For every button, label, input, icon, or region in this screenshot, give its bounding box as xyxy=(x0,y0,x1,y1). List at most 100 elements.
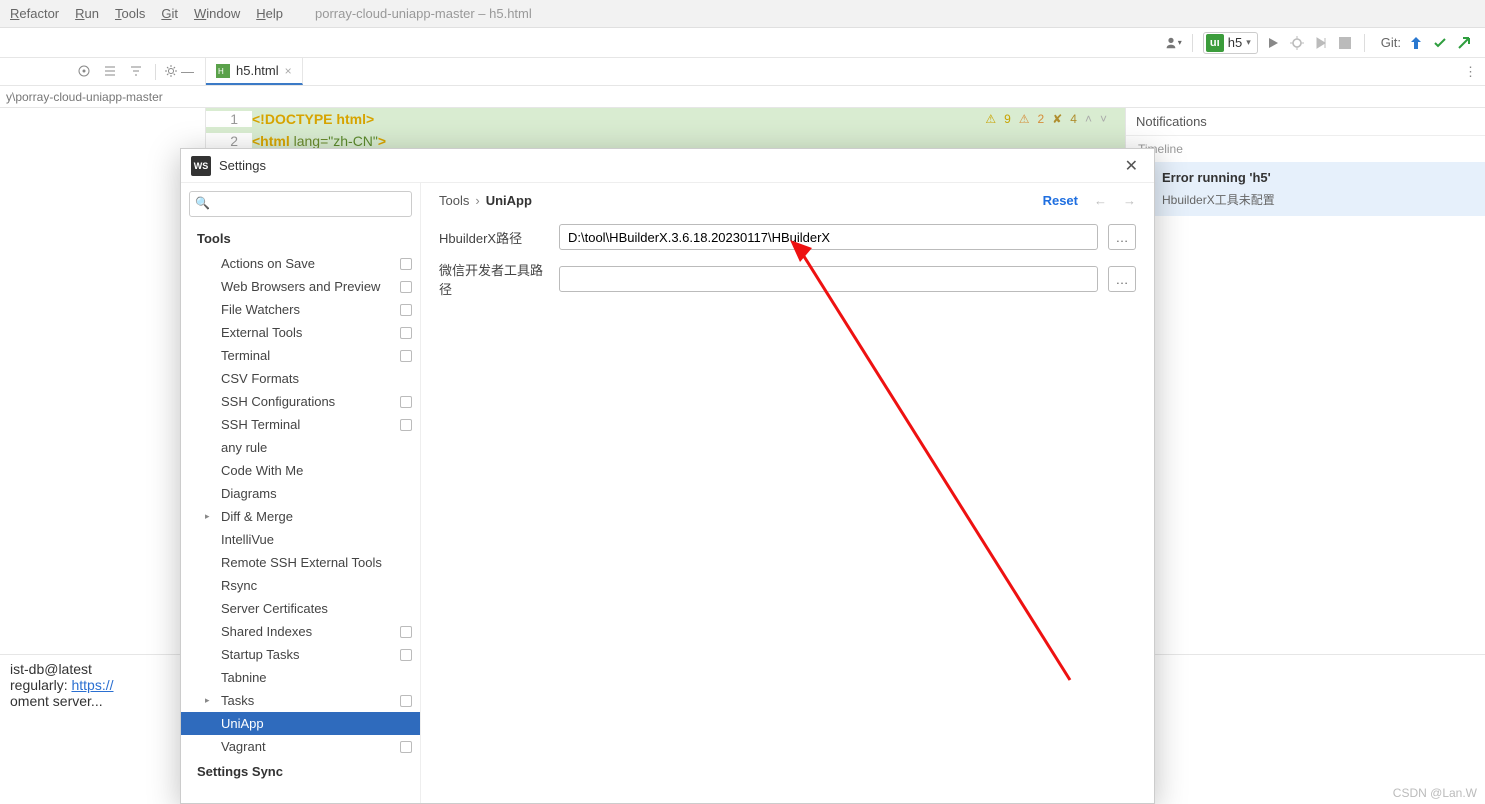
settings-group-tools[interactable]: Tools xyxy=(181,225,420,252)
project-scope-icon xyxy=(400,649,412,661)
menu-help[interactable]: Help xyxy=(248,6,291,21)
settings-search-input[interactable] xyxy=(189,191,412,217)
git-commit-icon[interactable] xyxy=(1431,34,1449,52)
debug-icon[interactable] xyxy=(1288,34,1306,52)
settings-tree-item[interactable]: IntelliVue xyxy=(181,528,420,551)
toolbar: ▾ uı h5 ▾ Git: xyxy=(0,28,1485,58)
hbuilderx-path-input[interactable] xyxy=(559,224,1098,250)
settings-tree-item[interactable]: Remote SSH External Tools xyxy=(181,551,420,574)
settings-breadcrumb: Tools › UniApp Reset ← → xyxy=(421,183,1154,218)
project-scope-icon xyxy=(400,350,412,362)
editor-tabs: H h5.html × xyxy=(206,58,303,85)
settings-tree-label: Remote SSH External Tools xyxy=(221,555,382,570)
settings-tree-item[interactable]: Web Browsers and Preview xyxy=(181,275,420,298)
settings-tree-item[interactable]: Terminal xyxy=(181,344,420,367)
settings-tree-item[interactable]: SSH Terminal xyxy=(181,413,420,436)
git-push-icon[interactable] xyxy=(1455,34,1473,52)
notifications-panel: Notifications Timeline ! Error running '… xyxy=(1125,108,1485,654)
settings-tree-item[interactable]: Rsync xyxy=(181,574,420,597)
settings-tree-item[interactable]: ▸Diff & Merge xyxy=(181,505,420,528)
close-icon[interactable]: ✕ xyxy=(1119,154,1144,178)
settings-tree-panel: 🔍 Tools Actions on SaveWeb Browsers and … xyxy=(181,183,421,803)
chevron-down-icon: ▾ xyxy=(1246,37,1251,48)
browse-button[interactable]: … xyxy=(1108,266,1136,292)
chevron-up-icon[interactable]: ˄ xyxy=(1085,112,1092,126)
settings-tree-item[interactable]: Shared Indexes xyxy=(181,620,420,643)
chevron-down-icon[interactable]: ˅ xyxy=(1100,112,1107,126)
settings-tree-item[interactable]: Tabnine xyxy=(181,666,420,689)
settings-tree-label: Shared Indexes xyxy=(221,624,312,639)
crumb-current: UniApp xyxy=(486,193,532,208)
menu-tools[interactable]: Tools xyxy=(107,6,153,21)
settings-search: 🔍 xyxy=(189,191,412,217)
settings-tree-item[interactable]: Startup Tasks xyxy=(181,643,420,666)
settings-content: Tools › UniApp Reset ← → HbuilderX路径 … 微… xyxy=(421,183,1154,803)
back-icon[interactable]: ← xyxy=(1094,193,1107,208)
settings-tree-item[interactable]: Vagrant xyxy=(181,735,420,758)
close-icon[interactable]: × xyxy=(285,64,292,78)
settings-tree-item[interactable]: Diagrams xyxy=(181,482,420,505)
breadcrumb[interactable]: y\porray-cloud-uniapp-master xyxy=(2,90,208,104)
error-icon: ⚠ xyxy=(1019,112,1030,126)
notification-body: HbuilderX工具未配置 xyxy=(1140,191,1471,208)
notification-item[interactable]: ! Error running 'h5' HbuilderX工具未配置 xyxy=(1126,162,1485,216)
editor-tabs-row: — H h5.html × ⋮ xyxy=(0,58,1485,86)
run-config-badge: uı xyxy=(1206,34,1224,52)
stop-icon[interactable] xyxy=(1336,34,1354,52)
menu-git[interactable]: Git xyxy=(153,6,186,21)
run-with-coverage-icon[interactable] xyxy=(1312,34,1330,52)
settings-tree-label: Startup Tasks xyxy=(221,647,300,662)
expand-all-icon[interactable] xyxy=(103,64,119,80)
settings-tree[interactable]: Tools Actions on SaveWeb Browsers and Pr… xyxy=(181,225,420,803)
run-config-selector[interactable]: uı h5 ▾ xyxy=(1203,32,1258,54)
dialog-title-text: Settings xyxy=(219,158,266,173)
settings-tree-item[interactable]: Code With Me xyxy=(181,459,420,482)
hide-tool-icon[interactable]: — xyxy=(181,64,197,80)
settings-tree-item[interactable]: Server Certificates xyxy=(181,597,420,620)
settings-tree-item[interactable]: File Watchers xyxy=(181,298,420,321)
weak-warning-icon: ✘ xyxy=(1052,112,1062,126)
settings-tree-item[interactable]: CSV Formats xyxy=(181,367,420,390)
settings-tree-label: File Watchers xyxy=(221,302,300,317)
notification-title: Error running 'h5' xyxy=(1162,170,1271,185)
main-menubar: Refactor Run Tools Git Window Help porra… xyxy=(0,0,1485,28)
tab-h5-html[interactable]: H h5.html × xyxy=(206,58,303,85)
watermark: CSDN @Lan.W xyxy=(1393,786,1477,800)
settings-tree-label: any rule xyxy=(221,440,267,455)
menu-run[interactable]: Run xyxy=(67,6,107,21)
browse-button[interactable]: … xyxy=(1108,224,1136,250)
settings-group-sync[interactable]: Settings Sync xyxy=(181,758,420,785)
forward-icon[interactable]: → xyxy=(1123,193,1136,208)
settings-tree-item[interactable]: Actions on Save xyxy=(181,252,420,275)
gear-icon[interactable] xyxy=(155,64,171,80)
terminal-link[interactable]: https:// xyxy=(71,677,113,693)
settings-tree-label: Code With Me xyxy=(221,463,303,478)
project-tree[interactable] xyxy=(0,108,206,654)
menu-window[interactable]: Window xyxy=(186,6,248,21)
project-scope-icon xyxy=(400,396,412,408)
settings-tree-item[interactable]: UniApp xyxy=(181,712,420,735)
project-scope-icon xyxy=(400,419,412,431)
menu-refactor[interactable]: Refactor xyxy=(2,6,67,21)
git-update-icon[interactable] xyxy=(1407,34,1425,52)
settings-tree-label: Tasks xyxy=(221,693,254,708)
run-button-icon[interactable] xyxy=(1264,34,1282,52)
project-scope-icon xyxy=(400,327,412,339)
editor-more-icon[interactable]: ⋮ xyxy=(1464,64,1485,80)
locate-icon[interactable] xyxy=(77,64,93,80)
collapse-all-icon[interactable] xyxy=(129,64,145,80)
settings-dialog: WS Settings ✕ 🔍 Tools Actions on SaveWeb… xyxy=(180,148,1155,804)
settings-tree-label: Terminal xyxy=(221,348,270,363)
project-scope-icon xyxy=(400,304,412,316)
crumb-parent[interactable]: Tools xyxy=(439,193,469,208)
wechat-devtools-path-input[interactable] xyxy=(559,266,1098,292)
settings-tree-item[interactable]: ▸ Tasks xyxy=(181,689,420,712)
inspection-hints[interactable]: ⚠9 ⚠2 ✘4 ˄ ˅ xyxy=(985,112,1107,126)
settings-tree-item[interactable]: External Tools xyxy=(181,321,420,344)
reset-button[interactable]: Reset xyxy=(1043,193,1078,208)
user-dropdown-icon[interactable]: ▾ xyxy=(1164,34,1182,52)
line-number: 1 xyxy=(206,111,252,127)
chevron-right-icon: ▸ xyxy=(205,695,210,706)
settings-tree-item[interactable]: SSH Configurations xyxy=(181,390,420,413)
settings-tree-item[interactable]: any rule xyxy=(181,436,420,459)
